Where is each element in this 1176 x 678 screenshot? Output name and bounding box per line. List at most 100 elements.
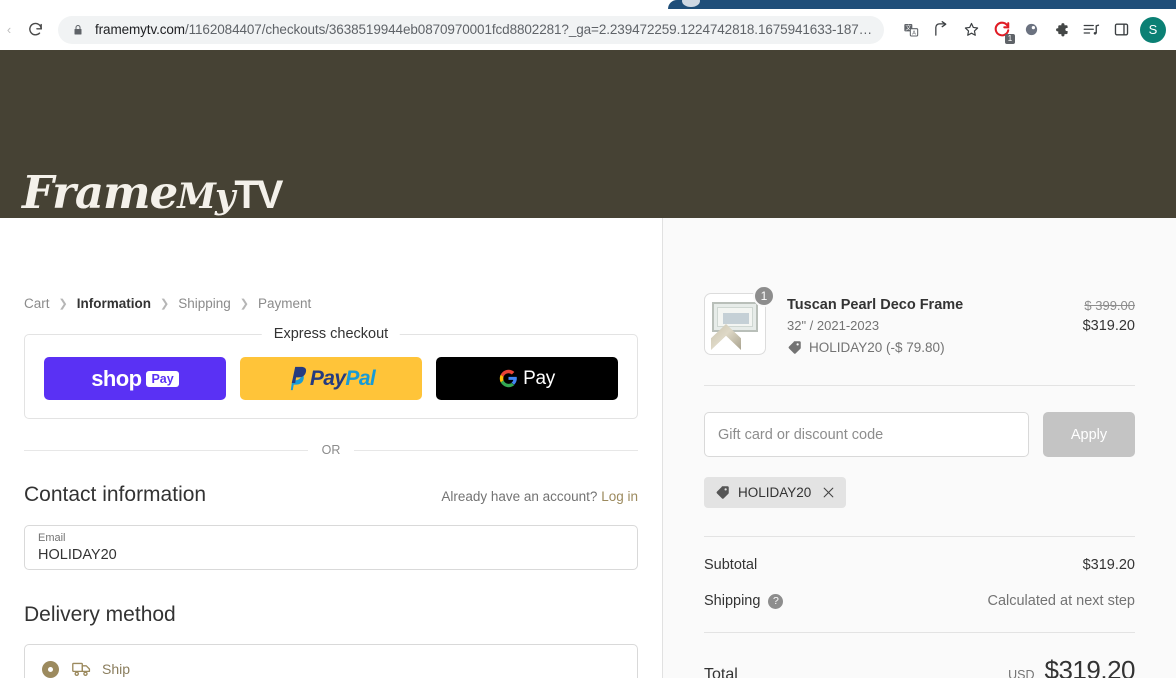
breadcrumb-item-payment: Payment bbox=[257, 296, 312, 311]
side-panel-icon[interactable] bbox=[1106, 15, 1136, 45]
order-summary-column: 1 Tuscan Pearl Deco Frame 32" / 2021-202… bbox=[662, 218, 1176, 678]
site-logo[interactable]: FrameMyTV bbox=[22, 170, 284, 217]
delivery-method-title: Delivery method bbox=[24, 603, 176, 626]
chevron-right-icon: ❯ bbox=[159, 298, 170, 310]
logo-frame-text: Frame bbox=[22, 166, 178, 219]
google-g-icon bbox=[499, 369, 517, 388]
paypal-pay-text: Pay bbox=[309, 366, 346, 390]
google-pay-label: Pay bbox=[523, 367, 555, 389]
divider bbox=[704, 632, 1135, 633]
profile-avatar[interactable]: S bbox=[1140, 16, 1166, 43]
url-path: /1162084407/checkouts/3638519944eb087097… bbox=[184, 22, 873, 37]
total-amount: $319.20 bbox=[1044, 655, 1136, 678]
truck-icon bbox=[72, 661, 91, 677]
translate-icon[interactable]: 文 A bbox=[896, 15, 926, 45]
extension-icons: 1 S bbox=[986, 15, 1176, 45]
product-thumbnail-wrapper: 1 bbox=[704, 285, 775, 355]
breadcrumb: Cart ❯ Information ❯ Shipping ❯ Payment bbox=[24, 218, 638, 311]
total-amount-wrapper: USD $319.20 bbox=[1008, 655, 1135, 678]
delivery-ship-label: Ship bbox=[102, 661, 131, 677]
email-field-value: HOLIDAY20 bbox=[38, 547, 117, 563]
svg-text:A: A bbox=[912, 30, 916, 36]
paypal-p-icon bbox=[290, 366, 306, 391]
url-host: framemytv.com bbox=[95, 22, 185, 37]
express-checkout-title: Express checkout bbox=[261, 326, 401, 342]
order-line-item: 1 Tuscan Pearl Deco Frame 32" / 2021-202… bbox=[704, 218, 1135, 355]
divider bbox=[704, 385, 1135, 386]
contact-information-header: Contact information Already have an acco… bbox=[24, 483, 638, 507]
shop-pay-label: shop bbox=[91, 365, 142, 391]
discount-code-input[interactable] bbox=[704, 412, 1029, 457]
lock-icon bbox=[72, 23, 86, 37]
url-text: framemytv.com/1162084407/checkouts/36385… bbox=[95, 22, 872, 37]
radio-selected-icon[interactable] bbox=[42, 660, 59, 678]
reload-icon[interactable] bbox=[20, 15, 50, 45]
checkout-main-column: Cart ❯ Information ❯ Shipping ❯ Payment … bbox=[0, 218, 662, 678]
discount-code-row: Apply bbox=[704, 412, 1135, 457]
paypal-logo: PayPal bbox=[287, 366, 376, 391]
or-label: OR bbox=[321, 443, 341, 457]
applied-discount-chip: HOLIDAY20 bbox=[704, 477, 847, 508]
product-discount: HOLIDAY20 (-$ 79.80) bbox=[787, 340, 1083, 355]
divider bbox=[704, 536, 1135, 537]
login-link[interactable]: Log in bbox=[601, 489, 638, 504]
honey-extension-icon[interactable]: 1 bbox=[986, 15, 1016, 45]
media-playlist-icon[interactable] bbox=[1076, 15, 1106, 45]
help-icon[interactable]: ? bbox=[768, 593, 784, 609]
product-prices: $ 399.00 $319.20 bbox=[1083, 293, 1135, 334]
google-pay-button[interactable]: Pay bbox=[436, 357, 618, 400]
paypal-pal-text: Pal bbox=[345, 366, 376, 390]
chevron-right-icon: ❯ bbox=[58, 298, 68, 310]
discount-chip-label: HOLIDAY20 bbox=[738, 485, 812, 500]
checkout-page: FrameMyTV Cart ❯ Information ❯ Shipping … bbox=[0, 50, 1176, 678]
browser-tab[interactable] bbox=[668, 0, 1176, 9]
shipping-label-wrapper: Shipping? bbox=[704, 593, 784, 609]
product-name: Tuscan Pearl Deco Frame bbox=[787, 297, 964, 313]
product-price-original: $ 399.00 bbox=[1084, 298, 1135, 313]
product-discount-text: HOLIDAY20 (-$ 79.80) bbox=[809, 340, 945, 355]
breadcrumb-item-cart[interactable]: Cart bbox=[24, 296, 50, 311]
account-prompt-text: Already have an account? bbox=[441, 489, 598, 504]
delivery-option-ship[interactable]: Ship bbox=[24, 644, 638, 678]
star-icon[interactable] bbox=[956, 15, 986, 45]
site-header: FrameMyTV bbox=[0, 50, 1176, 218]
remove-discount-icon[interactable] bbox=[822, 486, 835, 499]
total-currency: USD bbox=[1008, 668, 1035, 678]
omnibox-actions: 文 A bbox=[896, 15, 986, 45]
paypal-button[interactable]: PayPal bbox=[240, 357, 422, 400]
shop-pay-button[interactable]: shop Pay bbox=[44, 357, 226, 400]
extension-badge: 1 bbox=[1005, 33, 1015, 44]
shipping-label: Shipping bbox=[704, 593, 761, 609]
framed-art-image bbox=[712, 302, 758, 332]
browser-chrome: ‹ framemytv.com/1162084407/checkouts/363… bbox=[0, 0, 1176, 50]
account-prompt: Already have an account? Log in bbox=[441, 489, 638, 504]
product-variant: 32" / 2021-2023 bbox=[787, 318, 880, 333]
quantity-badge: 1 bbox=[753, 285, 775, 307]
extensions-puzzle-icon[interactable] bbox=[1046, 15, 1076, 45]
chevron-right-icon: ❯ bbox=[239, 298, 249, 310]
subtotal-label: Subtotal bbox=[704, 557, 758, 573]
apply-discount-button[interactable]: Apply bbox=[1043, 412, 1135, 457]
express-payment-buttons: shop Pay PayPal Pay bbox=[44, 357, 618, 400]
summary-row-subtotal: Subtotal $319.20 bbox=[704, 557, 1135, 573]
subtotal-value: $319.20 bbox=[1082, 557, 1135, 573]
email-field[interactable]: Email HOLIDAY20 bbox=[24, 525, 638, 570]
total-label: Total bbox=[704, 666, 738, 678]
checkout-content: Cart ❯ Information ❯ Shipping ❯ Payment … bbox=[0, 218, 1176, 678]
tag-icon bbox=[787, 340, 802, 355]
paypal-wordmark: PayPal bbox=[309, 366, 376, 391]
product-price-current: $319.20 bbox=[1082, 318, 1135, 334]
shipping-value: Calculated at next step bbox=[987, 593, 1135, 609]
email-field-label: Email bbox=[38, 532, 66, 544]
logo-tv-text: TV bbox=[234, 173, 283, 217]
browser-toolbar: ‹ framemytv.com/1162084407/checkouts/363… bbox=[0, 9, 1176, 50]
share-icon[interactable] bbox=[926, 15, 956, 45]
address-bar[interactable]: framemytv.com/1162084407/checkouts/36385… bbox=[58, 15, 884, 44]
summary-row-total: Total USD $319.20 bbox=[704, 655, 1136, 678]
clipboard-extension-icon[interactable] bbox=[1016, 15, 1046, 45]
or-divider: OR bbox=[24, 443, 638, 457]
back-button[interactable]: ‹ bbox=[2, 23, 16, 36]
shop-pay-tag: Pay bbox=[146, 370, 179, 387]
tag-icon bbox=[715, 485, 730, 500]
contact-information-title: Contact information bbox=[24, 483, 207, 506]
